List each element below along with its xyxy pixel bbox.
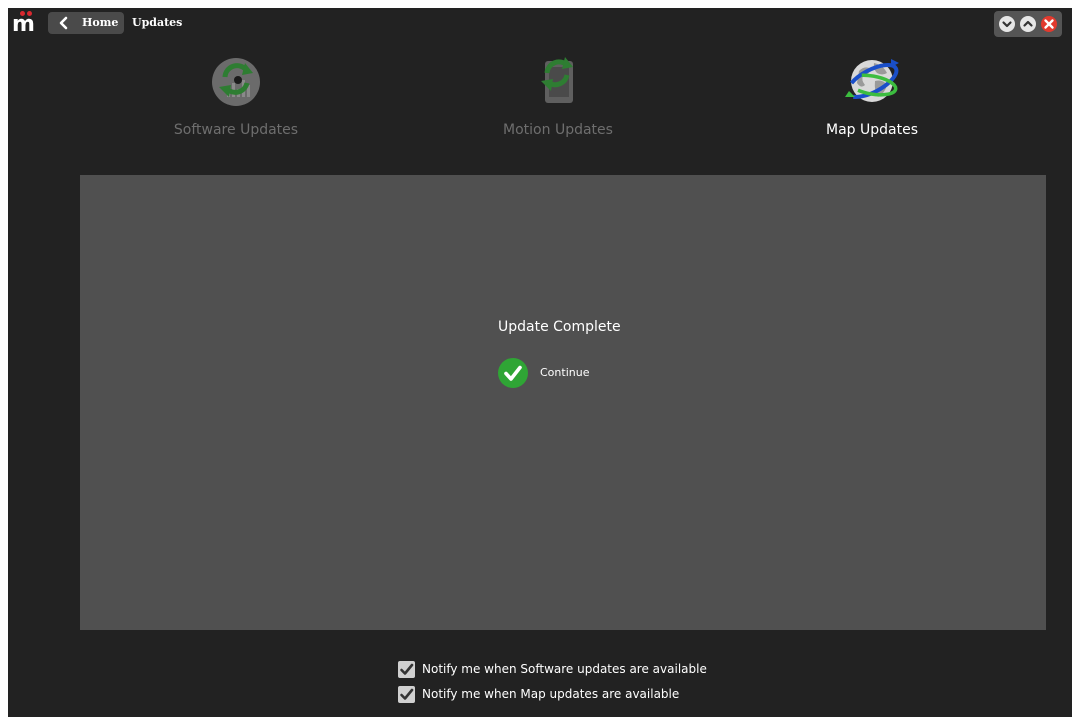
minimize-button[interactable] <box>999 16 1015 32</box>
close-button[interactable] <box>1041 16 1057 32</box>
page-title: Updates <box>132 16 183 29</box>
updates-window: m Home Updates Software Updates Motion U… <box>8 8 1072 717</box>
notify-software-label: Notify me when Software updates are avai… <box>422 662 707 676</box>
window-controls <box>994 11 1062 37</box>
tab-software-updates-label: Software Updates <box>173 122 299 138</box>
logo-dot-right <box>27 11 32 16</box>
tab-motion-updates-label: Motion Updates <box>503 122 613 138</box>
tab-motion-updates[interactable]: Motion Updates <box>448 44 668 154</box>
maximize-button[interactable] <box>1020 16 1036 32</box>
logo-letter: m <box>12 12 35 37</box>
chevron-down-icon <box>1002 21 1012 28</box>
checkmark-icon <box>498 358 528 388</box>
tab-software-updates[interactable]: Software Updates <box>126 44 346 154</box>
app-logo[interactable]: m <box>12 11 40 39</box>
notify-software-checkbox[interactable] <box>398 661 415 678</box>
software-update-icon <box>212 58 260 106</box>
update-status-title: Update Complete <box>498 319 621 335</box>
notify-map-checkbox[interactable] <box>398 686 415 703</box>
logo-dot-left <box>20 11 25 16</box>
notify-map-label: Notify me when Map updates are available <box>422 687 680 701</box>
tab-map-updates-label: Map Updates <box>826 122 918 138</box>
update-status-panel: Update Complete Continue <box>80 175 1046 630</box>
checkmark-icon <box>400 688 414 700</box>
chevron-left-icon <box>59 16 68 30</box>
checkmark-icon <box>400 663 414 675</box>
tab-map-updates[interactable]: Map Updates <box>762 44 982 154</box>
map-globe-icon <box>845 59 899 102</box>
continue-label: Continue <box>540 366 590 379</box>
close-icon <box>1044 19 1054 29</box>
back-home-button[interactable]: Home <box>48 12 124 34</box>
motion-update-icon <box>541 57 573 103</box>
back-home-label: Home <box>82 16 119 29</box>
chevron-up-icon <box>1023 20 1033 27</box>
